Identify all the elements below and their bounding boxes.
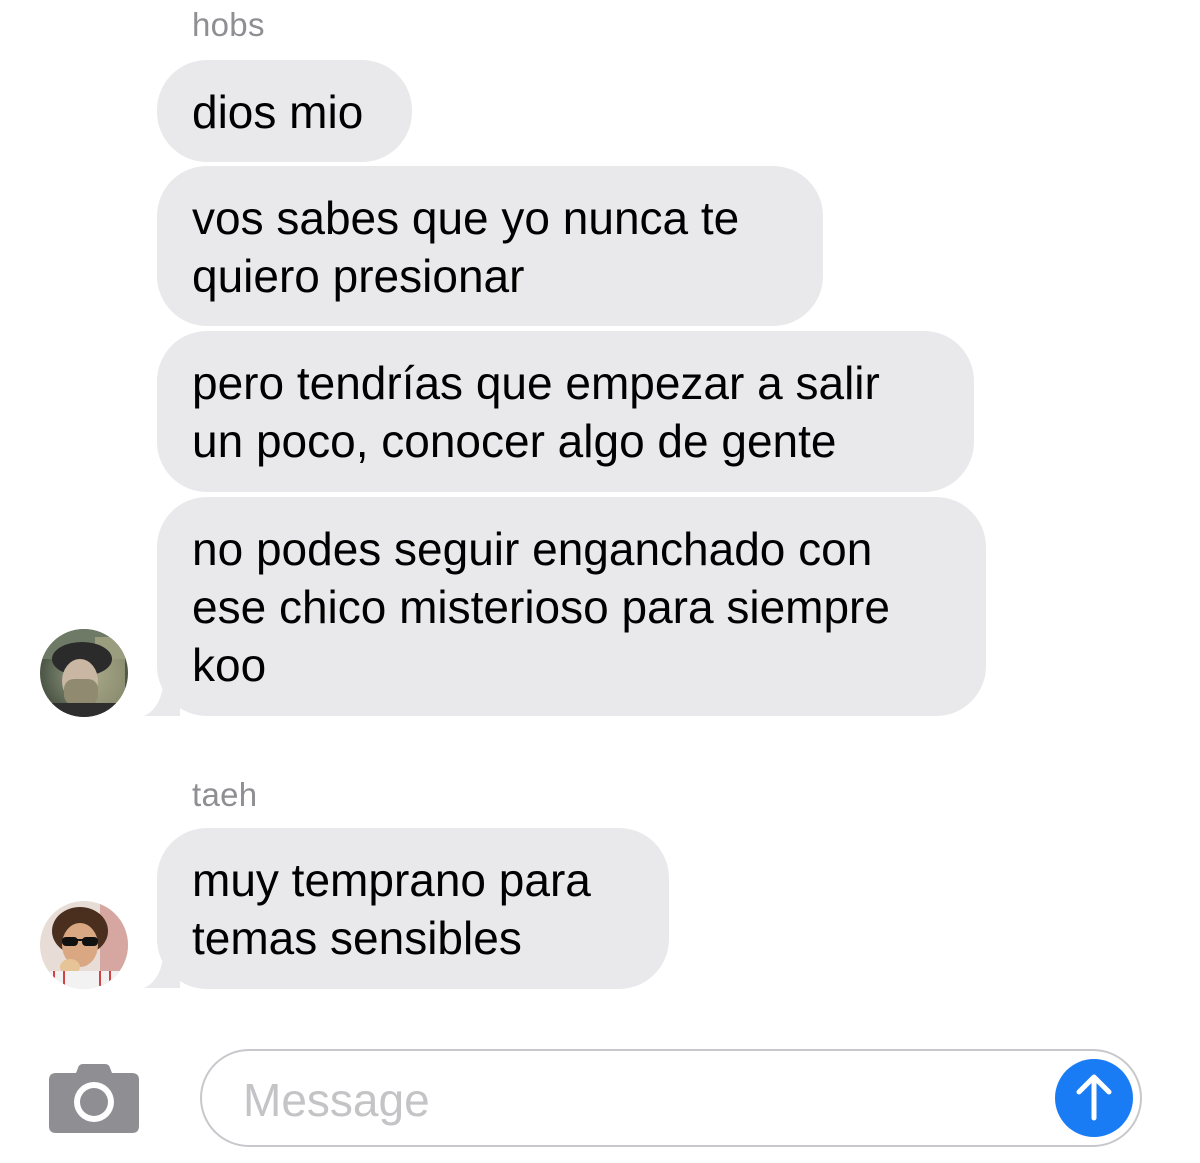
message-bubble[interactable]: no podes seguir enganchado con ese chico…: [157, 497, 986, 716]
sender-name-hobs: hobs: [192, 6, 265, 43]
profile-photo-icon: [40, 901, 128, 989]
send-button[interactable]: [1055, 1059, 1133, 1137]
message-placeholder: Message: [243, 1074, 430, 1126]
camera-icon[interactable]: [48, 1062, 140, 1134]
arrow-up-icon: [1076, 1074, 1112, 1121]
message-bubble[interactable]: vos sabes que yo nunca te quiero presion…: [157, 166, 823, 326]
profile-photo-icon: [40, 629, 128, 717]
message-bubble[interactable]: pero tendrías que empezar a salir un poc…: [157, 331, 974, 492]
sender-name-taeh: taeh: [192, 776, 258, 813]
message-bubble[interactable]: dios mio: [157, 60, 412, 162]
message-bubble[interactable]: muy temprano para temas sensibles: [157, 828, 669, 989]
avatar-taeh[interactable]: [40, 901, 128, 989]
message-input[interactable]: Message: [200, 1049, 1142, 1147]
message-thread-screen: hobs dios mio vos sabes que yo nunca te …: [0, 0, 1200, 1163]
avatar-hobs[interactable]: [40, 629, 128, 717]
bubble-tail: [144, 950, 180, 988]
bubble-tail: [144, 678, 180, 716]
